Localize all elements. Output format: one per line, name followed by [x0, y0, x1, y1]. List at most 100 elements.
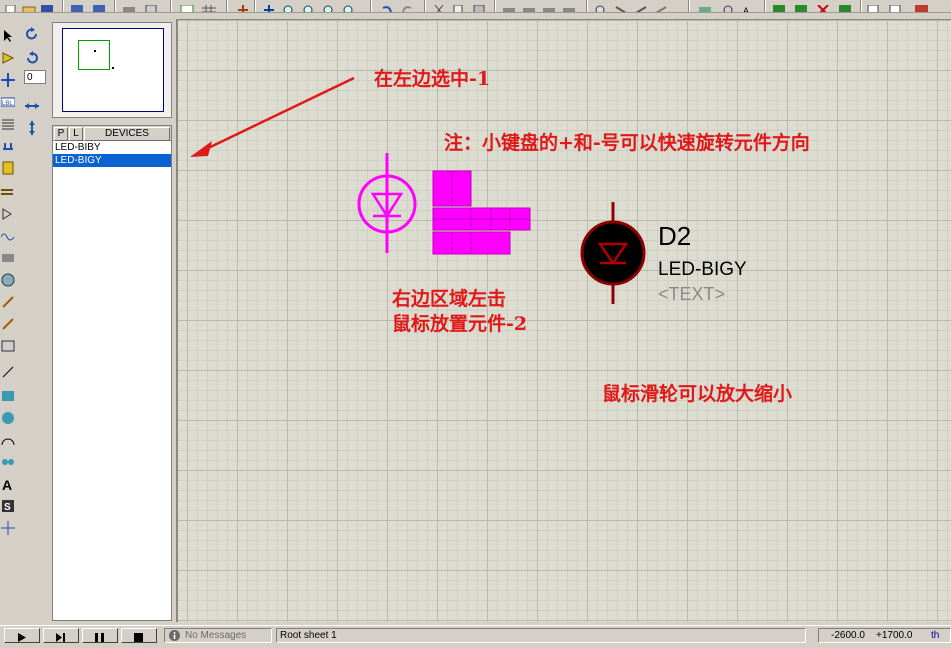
overview-view-rectangle[interactable]: [78, 40, 110, 70]
text-script-icon[interactable]: [1, 116, 15, 130]
paste-icon[interactable]: [472, 0, 486, 12]
rotate-anticlockwise-icon[interactable]: [25, 50, 39, 64]
annotation-select-left: 在左边选中-1: [374, 68, 491, 90]
decompose-icon[interactable]: [654, 0, 668, 12]
block-move-icon[interactable]: [522, 0, 536, 12]
new-sheet-icon[interactable]: [772, 0, 786, 12]
pick-from-library-button[interactable]: P: [54, 127, 68, 141]
coord-y: +1700.0: [876, 630, 913, 641]
component-mode-icon[interactable]: [1, 50, 15, 64]
schematic-canvas[interactable]: 在左边选中-1 注：小键盘的+和-号可以快速旋转元件方向 右边区域左击 鼠标放置…: [176, 19, 951, 622]
device-selector-header: P L DEVICES: [52, 125, 172, 141]
junction-dot-icon[interactable]: [1, 72, 15, 87]
origin-icon[interactable]: [236, 0, 250, 12]
zoom-out-icon[interactable]: [302, 0, 316, 12]
bill-of-materials-icon[interactable]: [866, 0, 880, 12]
units-label: th: [931, 630, 940, 641]
print-area-icon[interactable]: [144, 0, 158, 12]
graph-mode-icon[interactable]: [0, 228, 15, 242]
exit-parent-icon[interactable]: [838, 0, 852, 12]
property-assignment-icon[interactable]: A: [742, 0, 756, 13]
pick-device-icon[interactable]: [594, 0, 608, 12]
import-icon[interactable]: [70, 0, 84, 12]
virtual-instruments-icon[interactable]: [1, 338, 15, 352]
rotate-clockwise-icon[interactable]: [25, 26, 39, 40]
play-button[interactable]: [4, 628, 40, 643]
export-icon[interactable]: [92, 0, 106, 12]
make-device-icon[interactable]: [614, 0, 628, 12]
library-manager-button[interactable]: L: [69, 127, 83, 141]
voltage-probe-icon[interactable]: [1, 294, 15, 308]
step-button[interactable]: [43, 628, 79, 643]
zoom-all-icon[interactable]: [322, 0, 336, 12]
packaging-icon[interactable]: [634, 0, 648, 12]
generator-icon[interactable]: [1, 272, 15, 287]
arc-2d-icon[interactable]: [1, 432, 15, 446]
line-2d-icon[interactable]: [1, 364, 15, 378]
pan-icon[interactable]: [262, 0, 276, 12]
redo-icon[interactable]: [400, 0, 414, 12]
selection-mode-icon[interactable]: [1, 28, 15, 42]
zoom-in-icon[interactable]: [282, 0, 296, 12]
component-ref-label: D2: [658, 221, 692, 251]
overview-sheet[interactable]: [62, 28, 164, 112]
text-2d-icon[interactable]: A: [1, 476, 15, 493]
undo-icon[interactable]: [380, 0, 394, 12]
coord-x: -2600.0: [831, 630, 865, 641]
box-2d-icon[interactable]: [1, 388, 15, 402]
coordinates-readout: -2600.0 +1700.0 th: [818, 628, 951, 643]
placed-led-d2[interactable]: [578, 200, 648, 308]
status-bar: No Messages Root sheet 1 -2600.0 +1700.0…: [0, 625, 951, 645]
overview-window[interactable]: [52, 22, 172, 118]
device-item-led-biby[interactable]: LED-BIBY: [53, 141, 171, 154]
annotation-place-line1: 右边区域左击: [392, 288, 507, 310]
wire-autorouter-icon[interactable]: [698, 0, 712, 12]
add-sheet-icon[interactable]: [794, 0, 808, 12]
grid-icon[interactable]: [202, 0, 216, 12]
pause-button[interactable]: [82, 628, 118, 643]
refresh-icon[interactable]: [180, 0, 194, 12]
subcircuit-icon[interactable]: [1, 160, 15, 175]
device-list[interactable]: LED-BIBY LED-BIGY: [52, 141, 172, 621]
marker-2d-icon[interactable]: [1, 520, 15, 535]
electrical-check-icon[interactable]: [888, 0, 902, 12]
stop-button[interactable]: [121, 628, 157, 643]
cut-icon[interactable]: [432, 0, 446, 12]
new-file-icon[interactable]: [4, 0, 18, 12]
svg-text:S: S: [4, 502, 11, 513]
devices-header: DEVICES: [84, 127, 170, 141]
zoom-area-icon[interactable]: [342, 0, 356, 12]
symbol-2d-icon[interactable]: S: [1, 498, 15, 513]
mirror-horizontal-icon[interactable]: [25, 98, 39, 112]
mirror-vertical-icon[interactable]: [25, 120, 39, 135]
messages-status[interactable]: No Messages: [164, 628, 272, 643]
block-copy-icon[interactable]: [502, 0, 516, 12]
annotation-place-line2: 鼠标放置元件-2: [392, 313, 528, 335]
rotation-angle-field[interactable]: 0: [24, 70, 46, 84]
svg-text:LBL: LBL: [2, 101, 13, 107]
wire-label-icon[interactable]: LBL: [0, 94, 16, 108]
block-rotate-icon[interactable]: [542, 0, 556, 12]
buses-icon[interactable]: [1, 138, 15, 152]
netlist-to-ares-icon[interactable]: [914, 0, 928, 12]
device-item-led-bigy[interactable]: LED-BIGY: [53, 154, 171, 167]
svg-text:A: A: [743, 6, 749, 13]
print-icon[interactable]: [122, 0, 136, 12]
device-pins-icon[interactable]: [1, 206, 15, 220]
ghost-led-preview: [357, 153, 531, 255]
annotation-arrow: [190, 76, 355, 157]
search-tag-icon[interactable]: [722, 0, 736, 12]
circle-2d-icon[interactable]: [1, 410, 15, 424]
current-probe-icon[interactable]: [1, 316, 15, 330]
path-2d-icon[interactable]: [1, 454, 15, 468]
tape-recorder-icon[interactable]: [1, 250, 15, 264]
svg-text:A: A: [2, 477, 12, 491]
remove-sheet-icon[interactable]: [816, 0, 830, 12]
open-folder-icon[interactable]: [22, 0, 36, 12]
copy-icon[interactable]: [452, 0, 466, 12]
sheet-status: Root sheet 1: [276, 628, 806, 643]
block-delete-icon[interactable]: [562, 0, 576, 12]
terminals-icon[interactable]: [1, 184, 15, 198]
component-text-label: <TEXT>: [658, 284, 726, 304]
save-icon[interactable]: [40, 0, 54, 12]
